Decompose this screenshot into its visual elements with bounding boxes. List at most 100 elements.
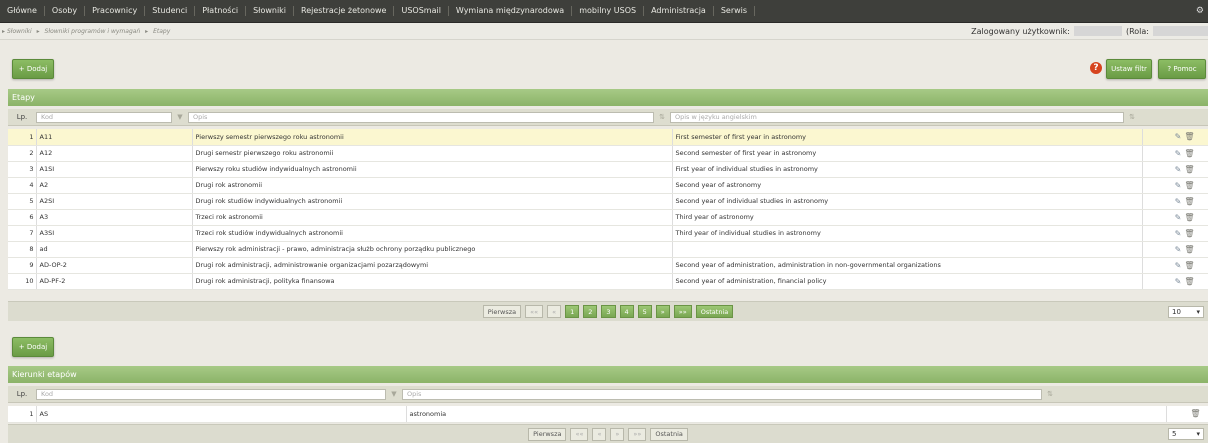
filter-kod-input[interactable]: Kod xyxy=(36,111,172,123)
cell-lp: 4 xyxy=(8,177,37,194)
cell-actions: ✎ 🗑 xyxy=(1142,177,1208,194)
pager-page-button[interactable]: 5 xyxy=(637,305,652,318)
pager-page-button[interactable]: 4 xyxy=(619,305,634,318)
login-label: Zalogowany użytkownik: xyxy=(971,26,1070,36)
cell-opis-en xyxy=(672,241,1143,258)
cell-opis-en: Second year of administration, administr… xyxy=(672,257,1143,274)
menu-item[interactable]: USOSmail xyxy=(394,6,449,16)
cell-opis-en: Third year of astronomy xyxy=(672,209,1143,226)
pager-page-button[interactable]: 3 xyxy=(601,305,616,318)
pager-page-button[interactable]: 1 xyxy=(565,305,580,318)
pager-first-page-icon[interactable]: «« xyxy=(525,305,544,318)
table-row[interactable]: 1 AS astronomia 🗑 xyxy=(8,406,1208,423)
menu-item[interactable]: Serwis xyxy=(714,6,756,16)
pager-page-button[interactable]: 2 xyxy=(583,305,598,318)
filter-kod-input[interactable]: Kod xyxy=(36,388,386,400)
edit-icon[interactable]: ✎ xyxy=(1175,197,1182,206)
filter-opis-input[interactable]: Opis xyxy=(402,388,1042,400)
cell-kod: ad xyxy=(36,241,193,258)
trash-icon[interactable]: 🗑 xyxy=(1184,165,1194,174)
trash-icon[interactable]: 🗑 xyxy=(1184,277,1194,286)
menu-item[interactable]: Płatności xyxy=(195,6,247,16)
pager-last-page-icon[interactable]: »» xyxy=(628,427,647,441)
breadcrumb-item[interactable]: Słowniki xyxy=(7,28,32,35)
help-button[interactable]: ? Pomoc xyxy=(1158,59,1206,79)
cell-opis: Drugi rok astronomii xyxy=(192,177,673,194)
pager-next-icon[interactable]: » xyxy=(610,427,625,441)
edit-icon[interactable]: ✎ xyxy=(1175,165,1182,174)
trash-icon[interactable]: 🗑 xyxy=(1184,245,1194,254)
filter-opis-en-input[interactable]: Opis w języku angielskim xyxy=(670,111,1124,123)
filter-funnel-icon[interactable]: ▼ xyxy=(386,390,402,398)
trash-icon[interactable]: 🗑 xyxy=(1184,213,1194,222)
add-button[interactable]: + Dodaj xyxy=(12,59,54,79)
table-row[interactable]: 4 A2 Drugi rok astronomii Second year of as… xyxy=(8,177,1208,194)
sort-icon[interactable]: ⇅ xyxy=(1042,390,1058,398)
table-row[interactable]: 2 A12 Drugi semestr pierwszego roku astron… xyxy=(8,145,1208,162)
pager-first-page-icon[interactable]: «« xyxy=(570,427,589,441)
cell-kod: A1SI xyxy=(36,161,193,178)
menu-item[interactable]: Pracownicy xyxy=(85,6,146,16)
breadcrumb-item[interactable]: Słowniki programów i wymagań xyxy=(45,28,141,35)
pager-next-icon[interactable]: » xyxy=(655,305,670,318)
edit-icon[interactable]: ✎ xyxy=(1175,181,1182,190)
menu-item[interactable]: Rejestracje żetonowe xyxy=(294,6,395,16)
help-icon[interactable]: ? xyxy=(1090,62,1102,74)
edit-icon[interactable]: ✎ xyxy=(1175,149,1182,158)
menu-item[interactable]: Administracja xyxy=(644,6,714,16)
trash-icon[interactable]: 🗑 xyxy=(1184,181,1194,190)
table-row[interactable]: 7 A3SI Trzeci rok studiów indywidualnych a… xyxy=(8,225,1208,242)
pager-last-button[interactable]: Ostatnia xyxy=(695,305,734,318)
edit-icon[interactable]: ✎ xyxy=(1175,229,1182,238)
table-row[interactable]: 3 A1SI Pierwszy roku studiów indywidualnyc… xyxy=(8,161,1208,178)
menu-item[interactable]: Osoby xyxy=(45,6,86,16)
menu-item[interactable]: Słowniki xyxy=(246,6,295,16)
set-filter-button[interactable]: Ustaw filtr xyxy=(1106,59,1152,79)
menu-item[interactable]: Główne xyxy=(0,6,45,16)
edit-icon[interactable]: ✎ xyxy=(1175,132,1182,141)
cell-lp: 10 xyxy=(8,273,37,290)
filter-opis-input[interactable]: Opis xyxy=(188,111,654,123)
trash-icon[interactable]: 🗑 xyxy=(1184,197,1194,206)
cell-lp: 7 xyxy=(8,225,37,242)
page-size-select[interactable]: 5 ▾ xyxy=(1168,428,1204,440)
cell-kod: A2 xyxy=(36,177,193,194)
cell-opis: Pierwszy rok administracji - prawo, admi… xyxy=(192,241,673,258)
page-size-select[interactable]: 10 ▾ xyxy=(1168,306,1204,318)
gear-icon[interactable]: ⚙ xyxy=(1196,6,1204,16)
add-button-kierunki[interactable]: + Dodaj xyxy=(12,337,54,357)
edit-icon[interactable]: ✎ xyxy=(1175,277,1182,286)
pager-last-page-icon[interactable]: »» xyxy=(673,305,692,318)
cell-opis-en: First year of individual studies in astr… xyxy=(672,161,1143,178)
sort-icon[interactable]: ⇅ xyxy=(1124,113,1140,121)
trash-icon[interactable]: 🗑 xyxy=(1184,149,1194,158)
trash-icon[interactable]: 🗑 xyxy=(1190,409,1200,418)
table-row[interactable]: 9 AD-OP-2 Drugi rok administracji, adminis… xyxy=(8,257,1208,274)
breadcrumb-arrow-icon: ▸ xyxy=(36,27,40,35)
pager-first-button[interactable]: Pierwsza xyxy=(482,305,522,318)
menu-item[interactable]: Studenci xyxy=(145,6,196,16)
cell-actions: ✎ 🗑 xyxy=(1142,129,1208,146)
edit-icon[interactable]: ✎ xyxy=(1175,261,1182,270)
breadcrumb-item[interactable]: Etapy xyxy=(153,28,170,35)
table-row[interactable]: 1 A11 Pierwszy semestr pierwszego roku ast… xyxy=(8,129,1208,146)
table-row[interactable]: 10 AD-PF-2 Drugi rok administracji, polity… xyxy=(8,273,1208,290)
menu-item[interactable]: Wymiana międzynarodowa xyxy=(449,6,573,16)
pager-prev-icon[interactable]: « xyxy=(547,305,562,318)
pager-prev-icon[interactable]: « xyxy=(592,427,607,441)
pager-last-button[interactable]: Ostatnia xyxy=(650,427,688,441)
filter-funnel-icon[interactable]: ▼ xyxy=(172,113,188,121)
table-row[interactable]: 8 ad Pierwszy rok administracji - prawo, a… xyxy=(8,241,1208,258)
pager-first-button[interactable]: Pierwsza xyxy=(528,427,567,441)
trash-icon[interactable]: 🗑 xyxy=(1184,229,1194,238)
menu-item[interactable]: mobilny USOS xyxy=(572,6,645,16)
trash-icon[interactable]: 🗑 xyxy=(1184,261,1194,270)
cell-opis-en: Second year of individual studies in ast… xyxy=(672,193,1143,210)
edit-icon[interactable]: ✎ xyxy=(1175,245,1182,254)
table-row[interactable]: 5 A2SI Drugi rok studiów indywidualnych as… xyxy=(8,193,1208,210)
edit-icon[interactable]: ✎ xyxy=(1175,213,1182,222)
trash-icon[interactable]: 🗑 xyxy=(1184,132,1194,141)
sort-icon[interactable]: ⇅ xyxy=(654,113,670,121)
table-row[interactable]: 6 A3 Trzeci rok astronomii Third year of as… xyxy=(8,209,1208,226)
cell-opis: Pierwszy roku studiów indywidualnych ast… xyxy=(192,161,673,178)
